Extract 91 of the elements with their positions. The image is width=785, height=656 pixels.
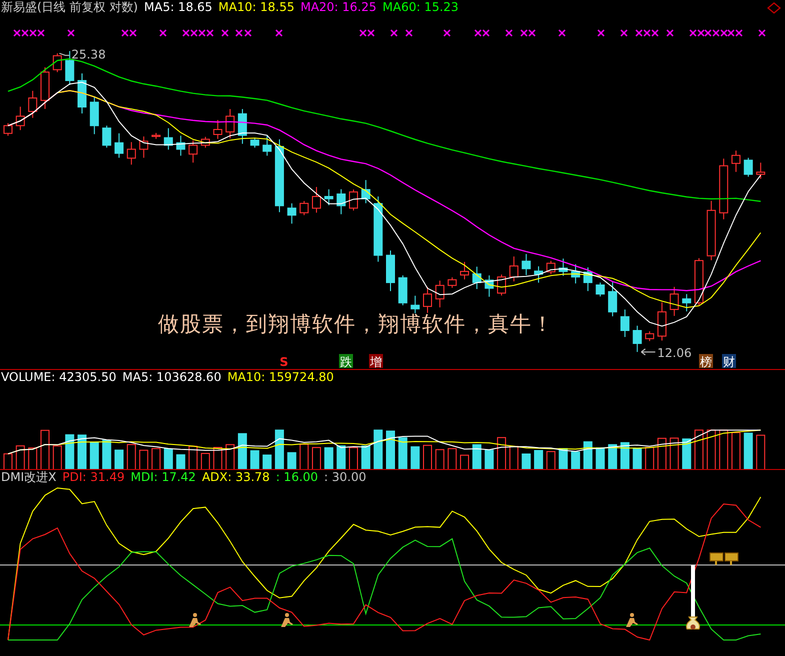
candlestick [731,150,740,172]
indicator-title: DMI改进X [1,470,56,484]
candlestick [744,157,753,178]
money-bag-icon [686,616,700,630]
candlestick [472,266,482,290]
candlestick [694,258,704,306]
dmi-legend: PDI: 31.49 [62,470,125,484]
candlestick [361,180,370,204]
candlestick [534,266,544,284]
candlestick [312,186,321,214]
candlestick [583,266,592,292]
candlestick [336,188,346,215]
candlestick [682,294,692,312]
candlestick [238,108,247,144]
candlestick [386,250,395,292]
candlestick [706,200,716,261]
diamond-icon[interactable] [767,2,781,14]
candlestick [558,258,568,276]
candlestick [78,72,87,114]
candlestick [596,282,605,297]
candlestick [4,122,12,136]
candlestick [497,274,506,296]
candlestick [200,136,210,148]
candlestick [40,66,50,110]
candlestick [250,137,260,148]
candlestick [139,136,148,158]
candlestick [102,125,112,148]
signal-tag[interactable]: 增 [369,354,383,369]
low-pointer-icon [640,348,656,356]
candlestick [546,260,556,275]
ma-legend: MA10: 18.55 [218,0,294,14]
candlestick [126,142,136,166]
volume-legend: VOLUME: 42305.50 [1,370,116,384]
dmi-legend: ADX: 33.78 [202,470,270,484]
candlestick [374,196,383,262]
candlestick [213,119,222,140]
candlestick [188,140,198,164]
candlestick [608,282,618,317]
candlestick [484,274,494,298]
candlestick [410,295,420,314]
chart-title: 新易盛(日线 前复权 对数) [1,0,138,14]
candlestick [16,106,25,131]
candlestick [460,261,470,280]
runner-icon [281,613,293,627]
high-price-label: 25.38 [71,47,106,62]
volume-legend: MA10: 159724.80 [227,370,334,384]
candlestick [398,274,408,306]
candlestick [670,286,679,316]
candlestick [719,158,728,220]
candlestick [152,132,161,140]
ma-legend: MA5: 18.65 [144,0,212,14]
candlestick [176,135,186,156]
runner-icon [189,613,201,627]
candlestick [571,264,580,284]
candlestick [620,309,630,338]
candlestick [287,202,296,224]
signboard-icon [710,552,724,565]
candlestick [448,276,457,288]
dmi-legend: MDI: 17.42 [130,470,196,484]
candlestick [300,200,309,216]
ma-legend: MA60: 15.23 [382,0,459,14]
candlestick [435,280,444,308]
candlestick [657,302,666,342]
dmi-legend: : 16.00 [276,470,318,484]
signal-bar [691,564,695,619]
candlestick [90,96,99,135]
candlestick [348,189,358,212]
chart-caption: 做股票，到翔博软件，翔博软件，真牛！ [158,311,554,338]
candlestick [164,128,173,150]
candlestick [226,108,235,139]
candlestick [632,325,642,352]
ma-legend: MA20: 16.25 [300,0,377,14]
runner-icon [626,613,638,627]
signal-tag[interactable]: 榜 [699,354,713,369]
candlestick [28,90,38,118]
candlestick [114,132,124,158]
signal-tag[interactable]: 跌 [339,354,353,369]
candlestick [52,52,62,73]
candlestick [509,256,518,282]
candlestick [423,286,432,314]
candlestick [645,330,654,342]
dmi-legend: : 30.00 [324,470,366,484]
candlestick [756,162,766,180]
low-price-label: 12.06 [657,346,692,360]
signal-tag[interactable]: 财 [722,354,736,369]
signboard-icon [724,552,738,565]
candlestick [522,254,531,276]
volume-legend: MA5: 103628.60 [122,370,222,384]
candlestick [262,135,272,156]
candlestick [324,188,334,206]
signal-marker[interactable]: S [280,355,288,369]
